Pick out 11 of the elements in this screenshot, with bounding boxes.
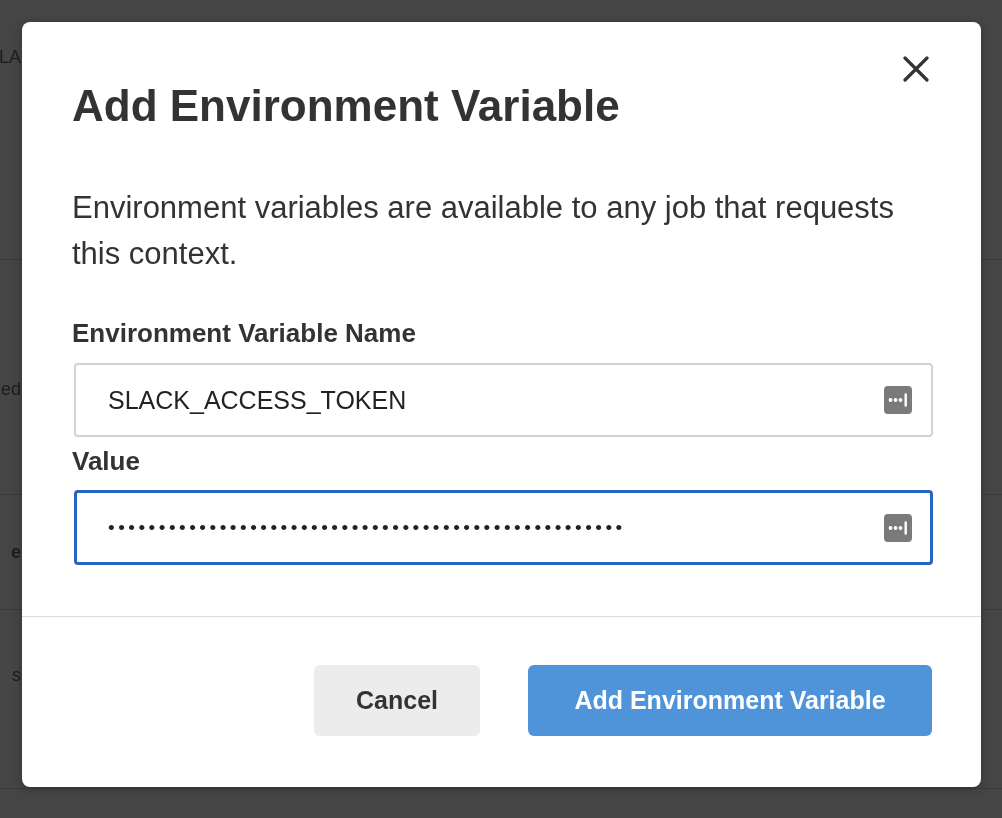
password-dots-icon[interactable] bbox=[884, 386, 912, 414]
value-input-field[interactable]: ••••••••••••••••••••••••••••••••••••••••••••••••••• bbox=[74, 490, 933, 565]
dialog-title: Add Environment Variable bbox=[72, 80, 620, 132]
field-label: Environment Variable Name bbox=[72, 317, 416, 349]
cancel-button[interactable]: Cancel bbox=[314, 665, 480, 736]
close-button[interactable] bbox=[903, 56, 929, 82]
password-dots-icon[interactable] bbox=[884, 513, 912, 542]
dialog-description: Environment variables are available to any job that requests this context. bbox=[72, 189, 895, 273]
close-icon bbox=[903, 56, 929, 82]
field-label: Value bbox=[72, 445, 140, 477]
name-input-field[interactable]: SLACK_ACCESS_TOKEN bbox=[74, 363, 933, 437]
